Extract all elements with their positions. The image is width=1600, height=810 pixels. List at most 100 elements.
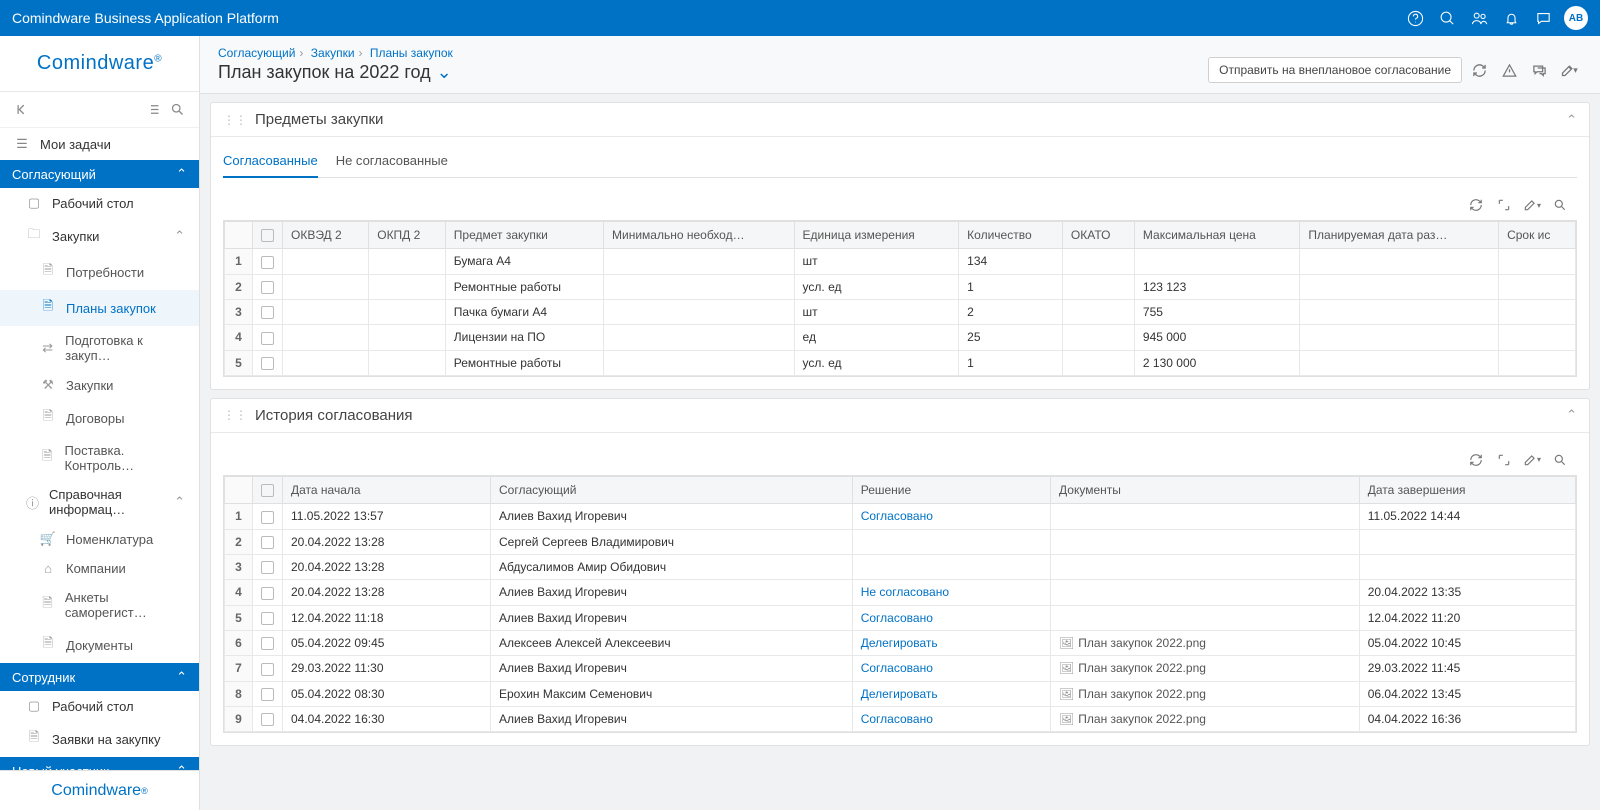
column-header[interactable]: ОКВЭД 2 <box>283 222 369 249</box>
row-checkbox[interactable] <box>261 306 274 319</box>
nav-reference[interactable]: ⓘСправочная информац…⌃ <box>0 480 199 524</box>
row-checkbox[interactable] <box>261 587 274 600</box>
table-row[interactable]: 111.05.2022 13:57Алиев Вахид ИгоревичСог… <box>225 504 1576 529</box>
table-row[interactable]: 512.04.2022 11:18Алиев Вахид ИгоревичСог… <box>225 605 1576 630</box>
collapse-icon[interactable] <box>10 98 34 122</box>
document-link[interactable]: 🖼План закупок 2022.png <box>1059 661 1206 675</box>
table-row[interactable]: 220.04.2022 13:28Сергей Сергеев Владимир… <box>225 529 1576 554</box>
row-checkbox[interactable] <box>261 332 274 345</box>
footer-logo[interactable]: Comindware® <box>0 770 199 810</box>
warning-icon[interactable] <box>1496 57 1522 83</box>
table-row[interactable]: 3Пачка бумаги А4шт2755 <box>225 299 1576 324</box>
grid2-search-icon[interactable] <box>1549 449 1571 471</box>
table-row[interactable]: 904.04.2022 16:30Алиев Вахид ИгоревичСог… <box>225 706 1576 731</box>
edit-icon[interactable]: ▾ <box>1556 57 1582 83</box>
grid2-refresh-icon[interactable] <box>1465 449 1487 471</box>
nav-emp-requests[interactable]: 🗎Заявки на закупку <box>0 721 199 757</box>
decision-link[interactable]: Согласовано <box>861 611 933 625</box>
collapse-panel1-icon[interactable]: ⌃ <box>1566 112 1577 128</box>
nav-purch-sub[interactable]: ⚒Закупки <box>0 370 199 400</box>
select-all-checkbox[interactable] <box>261 229 274 242</box>
document-link[interactable]: 🖼План закупок 2022.png <box>1059 687 1206 701</box>
help-icon[interactable] <box>1400 3 1430 33</box>
document-link[interactable]: 🖼План закупок 2022.png <box>1059 712 1206 726</box>
row-checkbox[interactable] <box>261 688 274 701</box>
column-header[interactable]: Максимальная цена <box>1134 222 1300 249</box>
column-header[interactable]: Документы <box>1051 476 1360 503</box>
column-header[interactable]: Количество <box>959 222 1063 249</box>
column-header[interactable]: ОКПД 2 <box>369 222 446 249</box>
nav-forms[interactable]: 🗎Анкеты саморегист… <box>0 583 199 627</box>
grid-history[interactable]: Дата началаСогласующийРешениеДокументыДа… <box>223 475 1577 733</box>
column-header[interactable]: Решение <box>852 476 1050 503</box>
decision-link[interactable]: Делегировать <box>861 687 938 701</box>
row-checkbox[interactable] <box>261 637 274 650</box>
column-header[interactable]: Минимально необход… <box>604 222 795 249</box>
chat-icon[interactable] <box>1528 3 1558 33</box>
crumb-0[interactable]: Согласующий <box>218 46 295 60</box>
decision-link[interactable]: Согласовано <box>861 661 933 675</box>
grid-subjects[interactable]: ОКВЭД 2ОКПД 2Предмет закупкиМинимально н… <box>223 220 1577 377</box>
nav-my-tasks[interactable]: ☰Мои задачи <box>0 128 199 160</box>
row-checkbox[interactable] <box>261 663 274 676</box>
document-link[interactable]: 🖼План закупок 2022.png <box>1059 636 1206 650</box>
nav-contracts[interactable]: 🗎Договоры <box>0 400 199 436</box>
logo[interactable]: Comindware® <box>0 36 199 92</box>
users-icon[interactable] <box>1464 3 1494 33</box>
column-header[interactable]: Согласующий <box>490 476 852 503</box>
row-checkbox[interactable] <box>261 281 274 294</box>
row-checkbox[interactable] <box>261 713 274 726</box>
nav-nomenclature[interactable]: 🛒Номенклатура <box>0 524 199 554</box>
table-row[interactable]: 420.04.2022 13:28Алиев Вахид ИгоревичНе … <box>225 580 1576 605</box>
row-checkbox[interactable] <box>261 612 274 625</box>
collapse-panel2-icon[interactable]: ⌃ <box>1566 407 1577 423</box>
column-header[interactable]: Единица измерения <box>794 222 959 249</box>
tab-approved[interactable]: Согласованные <box>223 149 318 178</box>
grip-icon[interactable]: ⋮⋮ <box>223 113 247 127</box>
decision-link[interactable]: Не согласовано <box>861 585 949 599</box>
nav-plans[interactable]: 🗎Планы закупок <box>0 290 199 326</box>
column-header[interactable]: Дата завершения <box>1359 476 1575 503</box>
comment-icon[interactable] <box>1526 57 1552 83</box>
send-approval-button[interactable]: Отправить на внеплановое согласование <box>1208 57 1462 83</box>
nav-emp-desktop[interactable]: ▢Рабочий стол <box>0 691 199 721</box>
search-icon[interactable] <box>1432 3 1462 33</box>
row-checkbox[interactable] <box>261 256 274 269</box>
row-checkbox[interactable] <box>261 536 274 549</box>
grip-icon[interactable]: ⋮⋮ <box>223 408 247 422</box>
table-row[interactable]: 805.04.2022 08:30Ерохин Максим Семенович… <box>225 681 1576 706</box>
table-row[interactable]: 1Бумага А4шт134 <box>225 249 1576 274</box>
bell-icon[interactable] <box>1496 3 1526 33</box>
column-header[interactable]: Дата начала <box>283 476 491 503</box>
decision-link[interactable]: Делегировать <box>861 636 938 650</box>
refresh-icon[interactable] <box>1466 57 1492 83</box>
table-row[interactable]: 729.03.2022 11:30Алиев Вахид ИгоревичСог… <box>225 656 1576 681</box>
row-checkbox[interactable] <box>261 511 274 524</box>
grid2-expand-icon[interactable] <box>1493 449 1515 471</box>
row-checkbox[interactable] <box>261 561 274 574</box>
nav-desktop[interactable]: ▢Рабочий стол <box>0 188 199 218</box>
table-row[interactable]: 4Лицензии на ПОед25945 000 <box>225 325 1576 350</box>
nav-section-new[interactable]: Новый участник⌃ <box>0 757 199 770</box>
column-header[interactable]: Срок ис <box>1499 222 1576 249</box>
nav-section-approver[interactable]: Согласующий⌃ <box>0 160 199 188</box>
decision-link[interactable]: Согласовано <box>861 509 933 523</box>
grid2-edit-icon[interactable]: ▾ <box>1521 449 1543 471</box>
nav-companies[interactable]: ⌂Компании <box>0 554 199 583</box>
grid-search-icon[interactable] <box>1549 194 1571 216</box>
table-row[interactable]: 320.04.2022 13:28Абдусалимов Амир Обидов… <box>225 554 1576 579</box>
table-row[interactable]: 605.04.2022 09:45Алексеев Алексей Алексе… <box>225 630 1576 655</box>
list-icon[interactable] <box>141 98 165 122</box>
grid-refresh-icon[interactable] <box>1465 194 1487 216</box>
grid-expand-icon[interactable] <box>1493 194 1515 216</box>
nav-section-employee[interactable]: Сотрудник⌃ <box>0 663 199 691</box>
table-row[interactable]: 2Ремонтные работыусл. ед1123 123 <box>225 274 1576 299</box>
avatar[interactable]: АВ <box>1564 6 1588 30</box>
nav-needs[interactable]: 🗎Потребности <box>0 254 199 290</box>
select-all-checkbox[interactable] <box>261 484 274 497</box>
column-header[interactable]: Планируемая дата раз… <box>1300 222 1499 249</box>
title-dropdown-icon[interactable]: ⌄ <box>437 62 452 83</box>
nav-prep[interactable]: ⇄Подготовка к закуп… <box>0 326 199 370</box>
decision-link[interactable]: Согласовано <box>861 712 933 726</box>
column-header[interactable]: Предмет закупки <box>445 222 603 249</box>
